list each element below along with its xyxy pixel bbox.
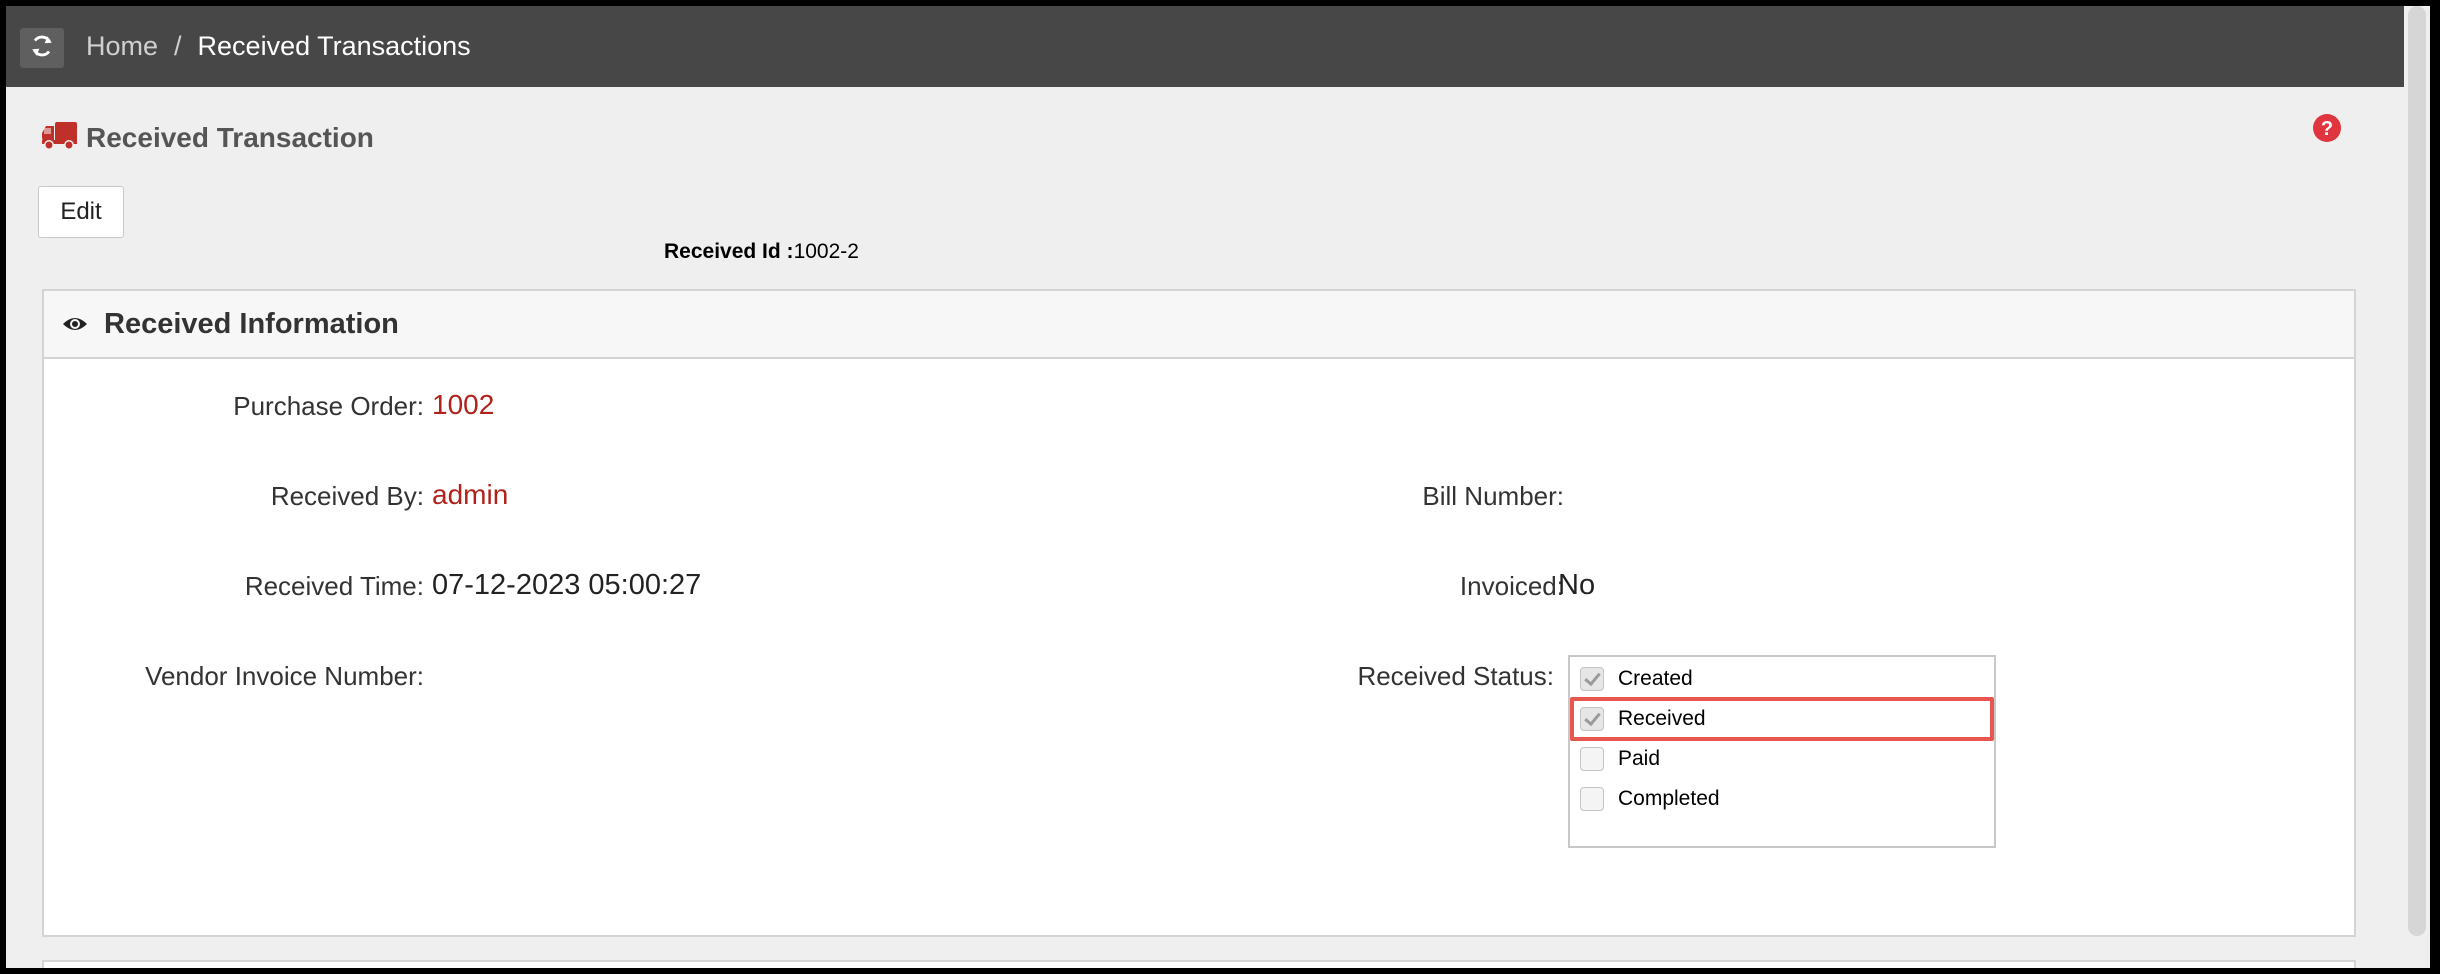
received-id-label: Received Id : xyxy=(664,240,794,263)
received-id-value: 1002-2 xyxy=(793,240,859,263)
eye-icon xyxy=(62,315,88,333)
status-option-created: Created xyxy=(1580,662,1693,696)
refresh-icon xyxy=(29,33,55,64)
app-window: Home / Received Transactions Received Tr… xyxy=(6,6,2408,968)
vendor-invoice-number-label: Vendor Invoice Number: xyxy=(145,661,424,691)
status-checkbox-created[interactable] xyxy=(1580,667,1604,691)
received-information-panel: Received Information Purchase Order: 100… xyxy=(42,289,2356,937)
breadcrumb: Home / Received Transactions xyxy=(86,6,471,87)
status-option-received: Received xyxy=(1580,702,1706,736)
received-by-value[interactable]: admin xyxy=(432,479,508,511)
status-option-label: Created xyxy=(1618,667,1693,690)
breadcrumb-current: Received Transactions xyxy=(197,31,471,61)
page-title: Received Transaction xyxy=(40,118,374,158)
received-by-label: Received By: xyxy=(270,481,424,511)
received-time-label: Received Time: xyxy=(244,571,424,601)
received-id: Received Id :1002-2 xyxy=(664,240,859,264)
status-checkbox-completed[interactable] xyxy=(1580,787,1604,811)
scrollbar[interactable] xyxy=(2404,6,2430,968)
svg-text:?: ? xyxy=(2321,118,2333,140)
panel-header: Received Information xyxy=(44,291,2354,359)
breadcrumb-home-link[interactable]: Home xyxy=(86,31,158,62)
page-title-text: Received Transaction xyxy=(86,122,374,153)
purchase-order-label: Purchase Order: xyxy=(233,391,424,421)
status-option-completed: Completed xyxy=(1580,782,1720,816)
next-panel-edge xyxy=(42,960,2356,968)
breadcrumb-separator: / xyxy=(174,31,182,61)
invoiced-label: Invoiced: xyxy=(1459,571,1564,601)
panel-title: Received Information xyxy=(104,307,399,340)
status-option-paid: Paid xyxy=(1580,742,1660,776)
help-icon[interactable]: ? xyxy=(2312,113,2342,148)
scrollbar-thumb[interactable] xyxy=(2408,6,2426,936)
status-checkbox-paid[interactable] xyxy=(1580,747,1604,771)
purchase-order-link[interactable]: 1002 xyxy=(432,389,494,421)
status-option-label: Completed xyxy=(1618,787,1720,810)
status-checkbox-received[interactable] xyxy=(1580,707,1604,731)
top-navbar: Home / Received Transactions xyxy=(6,6,2408,87)
bill-number-label: Bill Number: xyxy=(1422,481,1564,511)
invoiced-value: No xyxy=(1558,569,1596,601)
received-status-label: Received Status: xyxy=(1357,661,1554,691)
refresh-button[interactable] xyxy=(20,28,64,68)
truck-icon xyxy=(40,120,78,157)
edit-button[interactable]: Edit xyxy=(38,186,124,238)
status-option-label: Received xyxy=(1618,707,1706,730)
received-status-checklist: Created Received Paid Completed xyxy=(1568,655,1996,848)
status-option-label: Paid xyxy=(1618,747,1661,770)
received-time-value: 07-12-2023 05:00:27 xyxy=(432,569,702,601)
